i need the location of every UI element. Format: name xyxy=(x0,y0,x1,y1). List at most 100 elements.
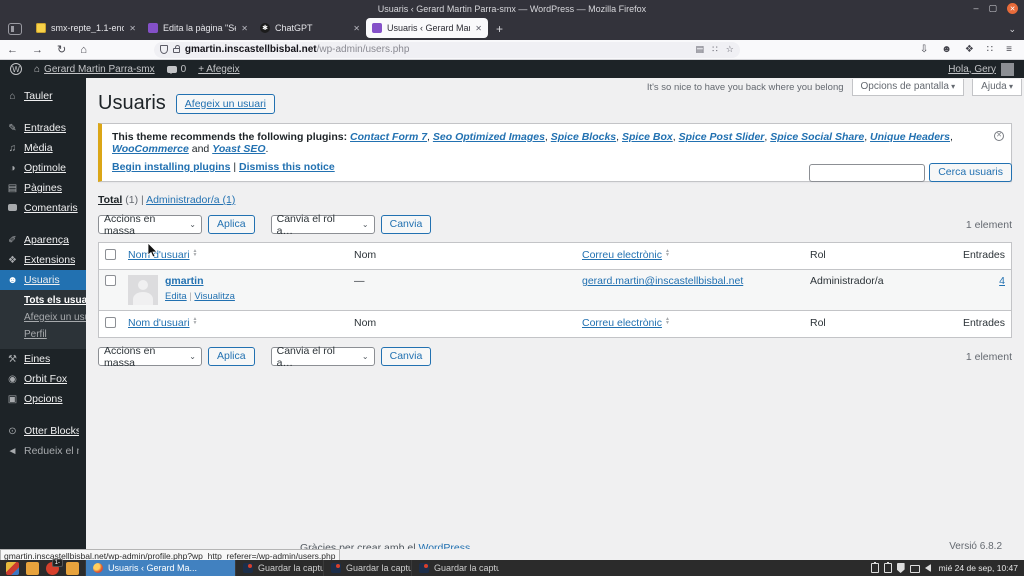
shield-icon[interactable] xyxy=(896,563,905,573)
browser-tab-2[interactable]: Edita la pàgina "Securització ✕ xyxy=(142,18,254,38)
plugin-link[interactable]: Seo Optimized Images xyxy=(433,131,545,143)
maximize-button[interactable]: ▢ xyxy=(988,4,997,13)
url-bar[interactable]: gmartin.inscastellbisbal.net/wp-admin/us… xyxy=(153,41,740,58)
plugin-link[interactable]: WooCommerce xyxy=(112,143,189,155)
clock[interactable]: mié 24 de sep, 10:47 xyxy=(939,563,1018,573)
browser-tab-1[interactable]: smx-repte_1.1-encàrrecs-gr ✕ xyxy=(30,18,142,38)
taskbar-window-firefox[interactable]: Usuaris ‹ Gerard Ma... xyxy=(85,560,235,576)
sidebar-item-tauler[interactable]: ⌂ Tauler xyxy=(0,86,86,106)
url-text[interactable]: gmartin.inscastellbisbal.net/wp-admin/us… xyxy=(185,44,691,55)
wordpress-link[interactable]: WordPress xyxy=(418,542,470,549)
view-user-link[interactable]: Visualitza xyxy=(194,291,235,302)
sidebar-item-extensions[interactable]: ❖ Extensions xyxy=(0,250,86,270)
edit-user-link[interactable]: Edita xyxy=(165,291,187,302)
sidebar-item-pagines[interactable]: ▤ Pàgines xyxy=(0,178,86,198)
containers-icon[interactable]: ∷ xyxy=(712,44,718,55)
filter-administrador-link[interactable]: Administrador/a (1) xyxy=(146,194,235,206)
apply-button[interactable]: Aplica xyxy=(208,215,255,234)
change-role-select[interactable]: Canvia el rol a… ⌄ xyxy=(270,213,375,237)
minimize-button[interactable]: – xyxy=(973,4,978,13)
select-all-checkbox[interactable] xyxy=(105,249,116,260)
browser-tab-active[interactable]: Usuaris ‹ Gerard Martin Parr ✕ xyxy=(366,18,488,38)
dismiss-icon[interactable]: ✕ xyxy=(994,131,1004,141)
tab-close-icon[interactable]: ✕ xyxy=(241,24,248,33)
change-button[interactable]: Canvia xyxy=(380,347,432,366)
back-icon[interactable]: ← xyxy=(7,44,18,56)
submenu-afegeix-un-usuari[interactable]: Afegeix un usuari xyxy=(0,309,86,326)
plugin-link[interactable]: Spice Blocks xyxy=(551,131,616,143)
bulk-actions-select[interactable]: Accions en massa ⌄ xyxy=(98,345,202,369)
plugin-link[interactable]: Contact Form 7 xyxy=(350,131,427,143)
tab-close-icon[interactable]: ✕ xyxy=(129,24,136,33)
sort-email-header[interactable]: Correu electrònic xyxy=(582,317,662,329)
lock-icon[interactable] xyxy=(172,45,180,53)
screen-options-button[interactable]: Opcions de pantalla xyxy=(851,79,965,96)
add-user-button[interactable]: Afegeix un usuari xyxy=(175,93,275,114)
tab-close-icon[interactable]: ✕ xyxy=(353,24,360,33)
downloads-icon[interactable]: ⇩ xyxy=(920,44,928,55)
close-button[interactable]: ✕ xyxy=(1007,3,1018,14)
plugin-link[interactable]: Spice Post Slider xyxy=(679,131,765,143)
sidebar-item-usuaris[interactable]: ☻ Usuaris xyxy=(0,270,86,290)
sidebar-item-optimole[interactable]: ◑ Optimole xyxy=(0,158,86,178)
battery-icon[interactable] xyxy=(870,562,879,573)
sort-email-header[interactable]: Correu electrònic xyxy=(582,249,662,261)
submenu-tots-els-usuaris[interactable]: Tots els usuaris xyxy=(0,292,86,309)
submenu-perfil[interactable]: Perfil xyxy=(0,326,86,343)
tab-close-icon[interactable]: ✕ xyxy=(475,24,482,33)
forward-icon[interactable]: → xyxy=(32,44,43,56)
adminbar-comments[interactable]: 0 xyxy=(166,64,186,75)
adminbar-site-link[interactable]: ⌂ Gerard Martin Parra-smx xyxy=(34,64,155,75)
avatar[interactable] xyxy=(1001,62,1014,76)
bookmark-star-icon[interactable]: ☆ xyxy=(726,44,734,55)
sidebar-item-eines[interactable]: ⚒ Eines xyxy=(0,349,86,369)
plugin-link[interactable]: Spice Social Share xyxy=(770,131,864,143)
user-posts-link[interactable]: 4 xyxy=(999,275,1005,287)
site-name-link[interactable]: Gerard Martin Parra-smx xyxy=(44,64,155,75)
search-users-button[interactable]: Cerca usuaris xyxy=(929,163,1012,182)
reader-mode-icon[interactable]: ▤ xyxy=(696,44,705,55)
menu-icon[interactable]: ≡ xyxy=(1006,44,1012,55)
sidebar-item-opcions[interactable]: ▣ Opcions xyxy=(0,389,86,409)
begin-installing-link[interactable]: Begin installing plugins xyxy=(112,161,230,173)
tracking-protection-icon[interactable] xyxy=(159,45,168,54)
battery-alert-icon[interactable] xyxy=(883,562,892,573)
app-menu-icon[interactable] xyxy=(6,561,19,575)
apply-button[interactable]: Aplica xyxy=(208,347,255,366)
sidebar-item-media[interactable]: ♫ Mèdia xyxy=(0,138,86,158)
sidebar-item-entrades[interactable]: ✎ Entrades xyxy=(0,118,86,138)
sidebar-item-orbit-fox[interactable]: ◉ Orbit Fox xyxy=(0,369,86,389)
sort-username-header[interactable]: Nom d'usuari xyxy=(128,317,190,329)
apps-grid-icon[interactable]: ∷ xyxy=(987,44,993,55)
plugin-link[interactable]: Yoast SEO xyxy=(212,143,265,155)
row-checkbox[interactable] xyxy=(105,275,116,286)
adminbar-new-link[interactable]: + Afegeix xyxy=(198,64,239,75)
wordpress-logo-icon[interactable]: W xyxy=(10,63,22,75)
sidebar-item-otter-blocks[interactable]: ⊙ Otter Blocks xyxy=(0,421,86,441)
firefox-view-icon[interactable] xyxy=(8,23,22,35)
app-launcher-icon[interactable]: 1- xyxy=(46,558,63,575)
reload-icon[interactable]: ↻ xyxy=(57,43,66,56)
bulk-actions-select[interactable]: Accions en massa ⌄ xyxy=(98,213,202,237)
folder-icon[interactable] xyxy=(26,561,39,575)
display-icon[interactable] xyxy=(909,564,920,573)
sidebar-item-comentaris[interactable]: Comentaris xyxy=(0,198,86,218)
help-button[interactable]: Ajuda xyxy=(972,79,1022,96)
user-email-link[interactable]: gerard.martin@inscastellbisbal.net xyxy=(582,275,743,287)
home-icon[interactable]: ⌂ xyxy=(80,44,87,56)
account-icon[interactable]: ☻ xyxy=(941,44,952,55)
taskbar-window-capture[interactable]: Guardar la captura ... xyxy=(411,560,499,576)
search-input[interactable] xyxy=(809,163,926,182)
taskbar-window-capture[interactable]: Guardar la captura ... xyxy=(235,560,323,576)
new-tab-button[interactable]: + xyxy=(496,22,503,36)
dismiss-notice-link[interactable]: Dismiss this notice xyxy=(239,161,335,173)
howdy-link[interactable]: Hola, Gery xyxy=(948,64,996,75)
folder-icon[interactable] xyxy=(66,561,79,575)
change-button[interactable]: Canvia xyxy=(380,215,432,234)
extensions-icon[interactable]: ❖ xyxy=(965,44,974,55)
username-link[interactable]: gmartin xyxy=(165,275,204,287)
browser-tab-3[interactable]: ✱ ChatGPT ✕ xyxy=(254,18,366,38)
volume-icon[interactable] xyxy=(924,564,931,572)
taskbar-window-capture[interactable]: Guardar la captura ... xyxy=(323,560,411,576)
change-role-select[interactable]: Canvia el rol a… ⌄ xyxy=(270,345,375,369)
